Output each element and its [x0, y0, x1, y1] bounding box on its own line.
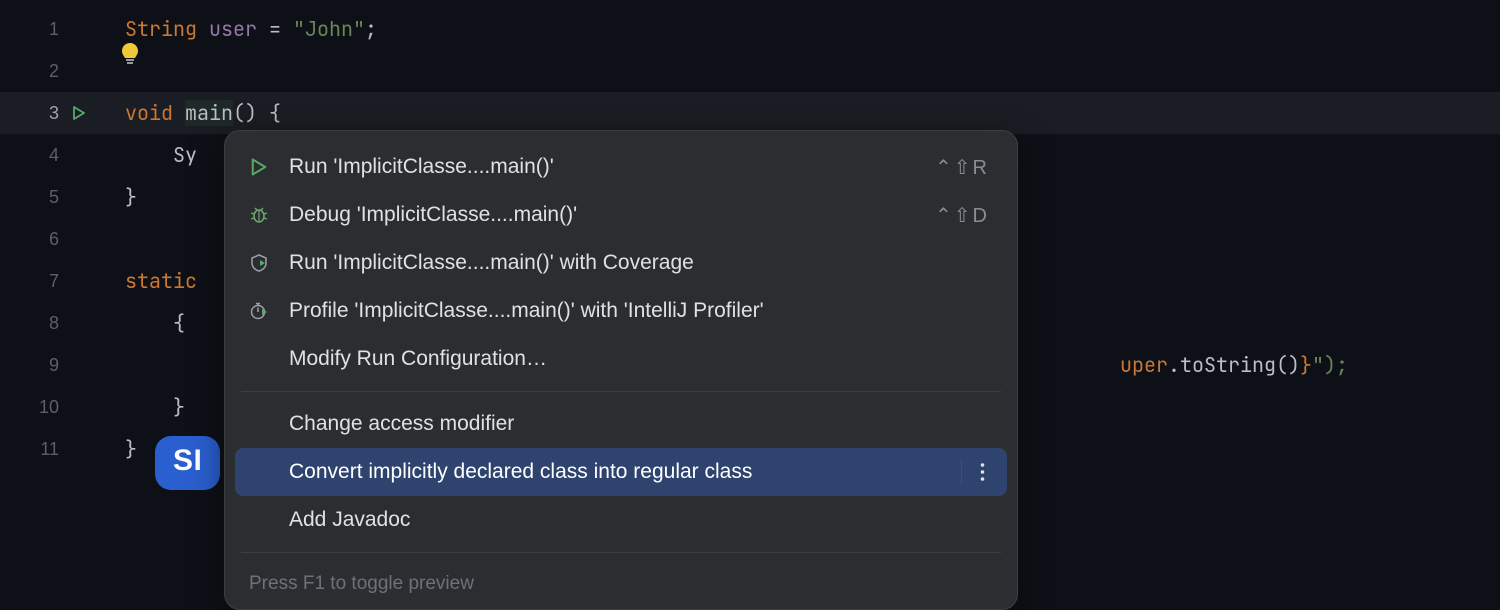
code-line: String user = "John";: [95, 8, 1500, 50]
line-number: 7: [0, 260, 95, 302]
line-number: 1: [0, 8, 95, 50]
menu-footer-hint: Press F1 to toggle preview: [225, 561, 1017, 597]
line-number: 6: [0, 218, 95, 260]
more-vertical-icon[interactable]: [961, 459, 989, 485]
menu-item-modify-run-config[interactable]: Modify Run Configuration…: [225, 335, 1017, 383]
shield-icon: [249, 253, 289, 273]
line-number: 10: [0, 386, 95, 428]
menu-item-run[interactable]: Run 'ImplicitClasse....main()' ⌃⇧R: [225, 143, 1017, 191]
inspection-badge: SI: [155, 436, 220, 490]
menu-item-convert-class[interactable]: Convert implicitly declared class into r…: [235, 448, 1007, 496]
menu-item-coverage[interactable]: Run 'ImplicitClasse....main()' with Cove…: [225, 239, 1017, 287]
menu-item-label: Modify Run Configuration…: [289, 347, 989, 371]
bug-icon: [249, 205, 289, 225]
menu-item-label: Convert implicitly declared class into r…: [289, 460, 949, 484]
line-number: 2: [0, 50, 95, 92]
gutter: 1 2 3 4 5 6 7 8 9 10 11: [0, 0, 95, 600]
run-icon: [249, 157, 289, 177]
line-number: 4: [0, 134, 95, 176]
menu-shortcut: ⌃⇧D: [935, 203, 989, 228]
menu-item-label: Change access modifier: [289, 412, 989, 436]
line-number: 9: [0, 344, 95, 386]
menu-separator: [241, 391, 1001, 392]
menu-item-label: Profile 'ImplicitClasse....main()' with …: [289, 299, 989, 323]
menu-item-debug[interactable]: Debug 'ImplicitClasse....main()' ⌃⇧D: [225, 191, 1017, 239]
context-menu: Run 'ImplicitClasse....main()' ⌃⇧R Debug…: [224, 130, 1018, 610]
menu-item-label: Add Javadoc: [289, 508, 989, 532]
code-line: void main() {: [95, 92, 1500, 134]
menu-separator: [241, 552, 1001, 553]
line-number: 8: [0, 302, 95, 344]
run-gutter-icon[interactable]: [69, 103, 89, 123]
menu-item-label: Run 'ImplicitClasse....main()': [289, 155, 935, 179]
stopwatch-icon: [249, 301, 289, 321]
intention-bulb-icon[interactable]: [117, 42, 143, 68]
menu-shortcut: ⌃⇧R: [935, 155, 989, 180]
line-number: 3: [0, 92, 95, 134]
menu-item-change-access[interactable]: Change access modifier: [225, 400, 1017, 448]
line-number: 11: [0, 428, 95, 470]
menu-item-profile[interactable]: Profile 'ImplicitClasse....main()' with …: [225, 287, 1017, 335]
menu-item-add-javadoc[interactable]: Add Javadoc: [225, 496, 1017, 544]
line-number: 5: [0, 176, 95, 218]
code-line: [95, 50, 1500, 92]
menu-item-label: Debug 'ImplicitClasse....main()': [289, 203, 935, 227]
menu-item-label: Run 'ImplicitClasse....main()' with Cove…: [289, 251, 989, 275]
